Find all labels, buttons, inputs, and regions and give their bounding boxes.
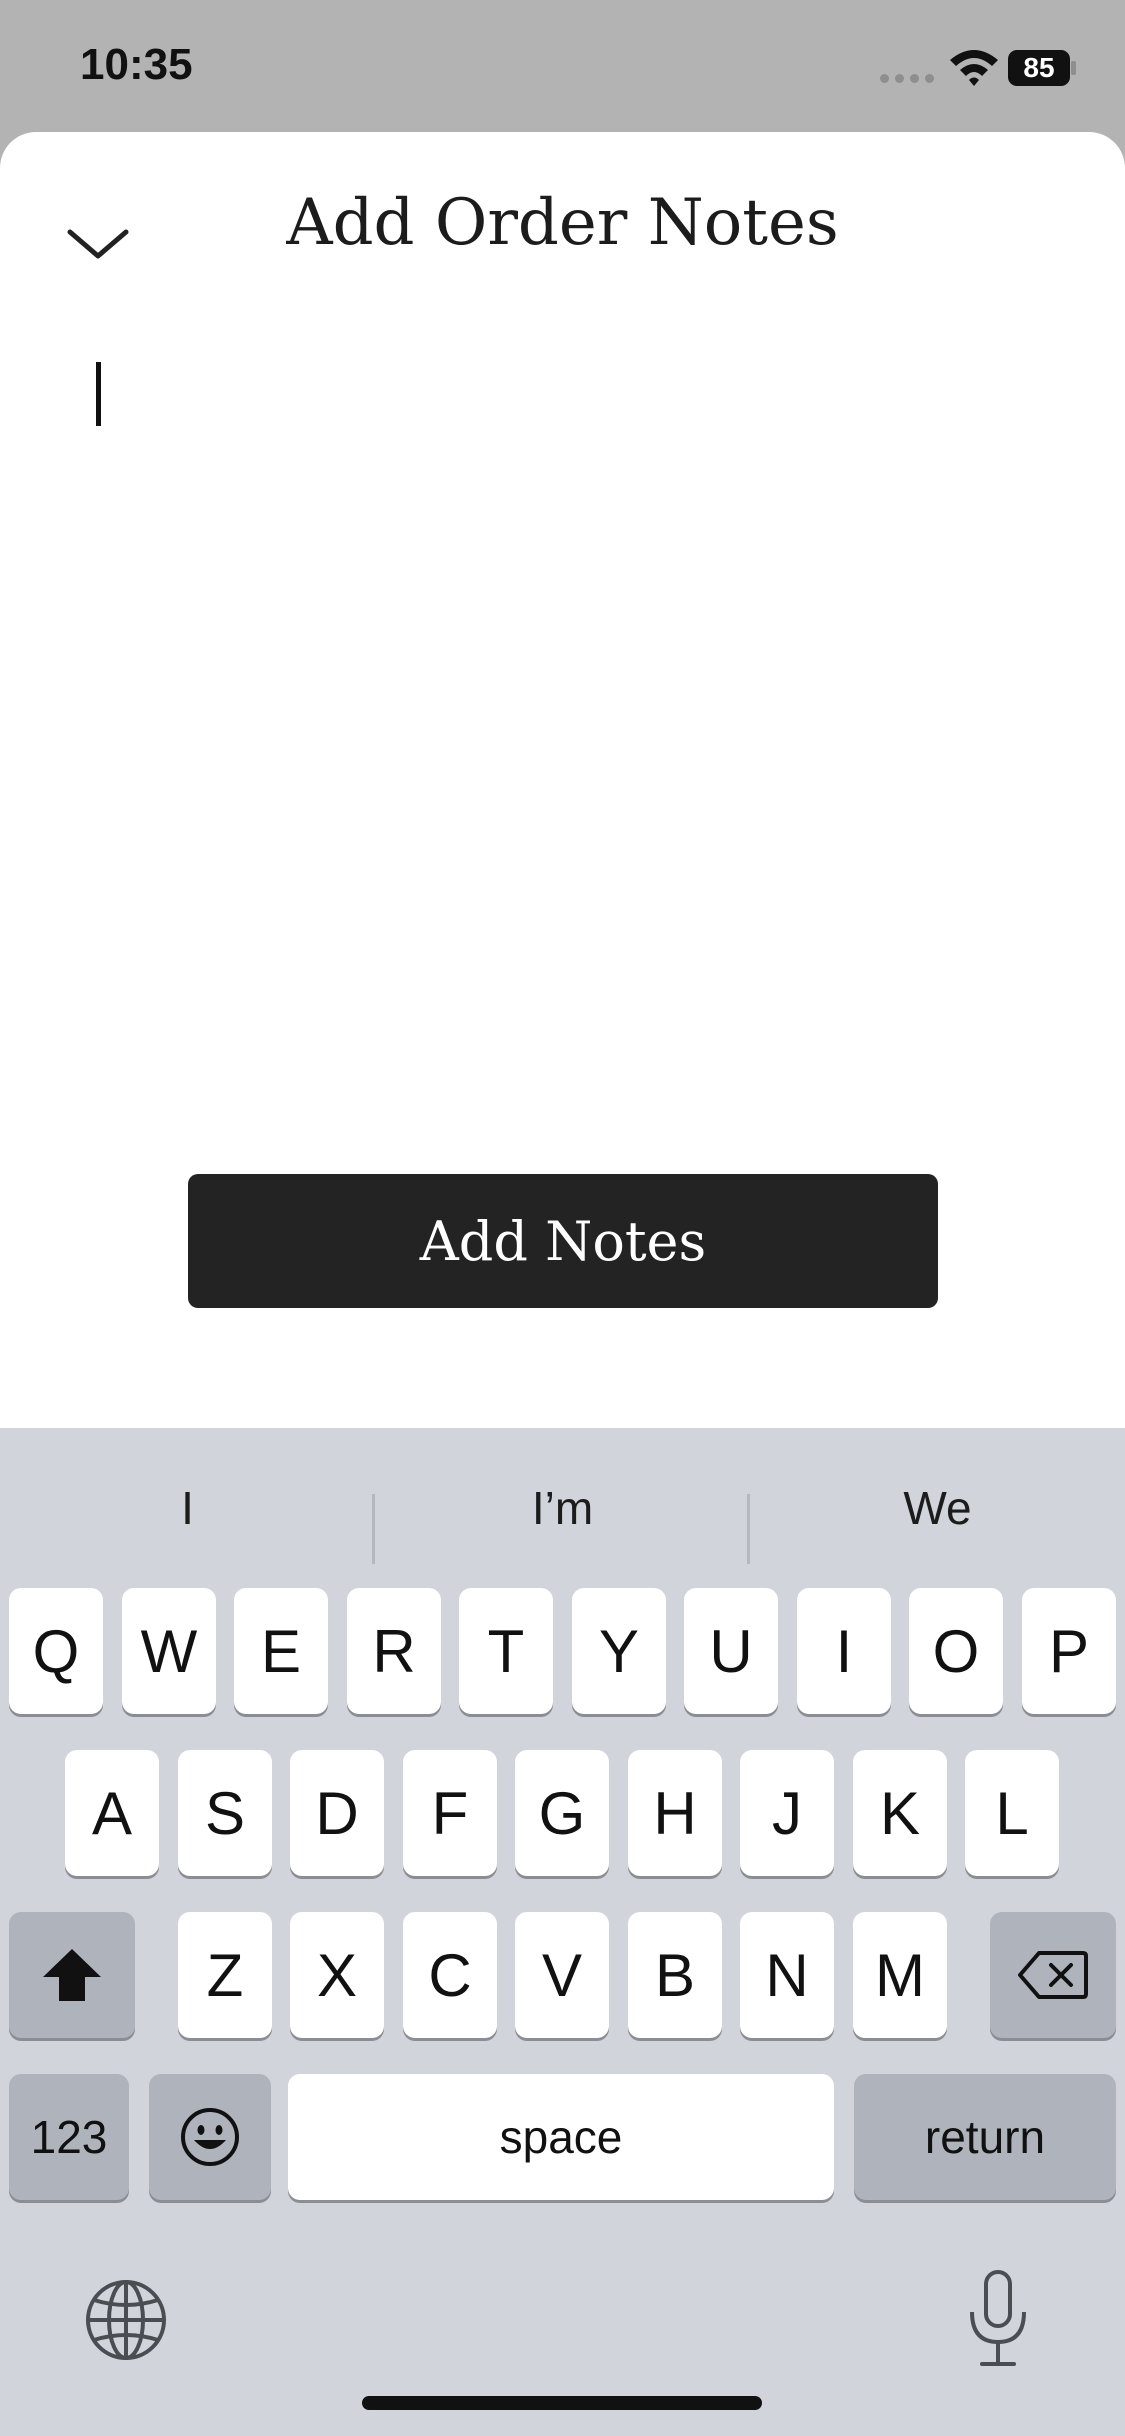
key-s[interactable]: S [178,1750,272,1876]
key-p[interactable]: P [1022,1588,1116,1714]
key-m[interactable]: M [853,1912,947,2038]
key-d[interactable]: D [290,1750,384,1876]
key-t[interactable]: T [459,1588,553,1714]
keyboard: I I’m We Q W E R T Y U I O P A S D F G H… [0,1428,1125,2436]
key-u[interactable]: U [684,1588,778,1714]
sheet-title: Add Order Notes [286,186,839,260]
order-notes-sheet: Add Order Notes Add Notes [0,132,1125,1428]
backspace-key[interactable] [990,1912,1116,2038]
shift-icon [43,1949,101,2001]
key-n[interactable]: N [740,1912,834,2038]
numbers-key[interactable]: 123 [9,2074,129,2200]
globe-icon[interactable] [84,2278,168,2362]
key-f[interactable]: F [403,1750,497,1876]
key-a[interactable]: A [65,1750,159,1876]
key-x[interactable]: X [290,1912,384,2038]
key-v[interactable]: V [515,1912,609,2038]
key-z[interactable]: Z [178,1912,272,2038]
emoji-key[interactable] [149,2074,271,2200]
suggestion-2[interactable]: I’m [375,1458,750,1558]
key-g[interactable]: G [515,1750,609,1876]
key-r[interactable]: R [347,1588,441,1714]
suggestion-3[interactable]: We [750,1458,1125,1558]
order-notes-input[interactable] [90,362,1040,1012]
add-notes-button[interactable]: Add Notes [188,1174,938,1308]
return-key[interactable]: return [854,2074,1116,2200]
home-indicator[interactable] [362,2396,762,2410]
battery-level: 85 [1023,52,1055,83]
microphone-icon[interactable] [962,2268,1034,2368]
status-bar: 10:35 85 [0,0,1125,132]
key-c[interactable]: C [403,1912,497,2038]
key-q[interactable]: Q [9,1588,103,1714]
backspace-icon [1018,1951,1088,1999]
wifi-icon [950,50,998,86]
key-b[interactable]: B [628,1912,722,2038]
suggestion-bar: I I’m We [0,1458,1125,1564]
text-cursor [96,362,101,426]
key-e[interactable]: E [234,1588,328,1714]
key-w[interactable]: W [122,1588,216,1714]
suggestion-1[interactable]: I [0,1458,375,1558]
key-l[interactable]: L [965,1750,1059,1876]
emoji-icon [181,2108,239,2166]
cellular-signal-icon [880,74,934,83]
key-o[interactable]: O [909,1588,1003,1714]
key-k[interactable]: K [853,1750,947,1876]
status-time: 10:35 [80,40,193,89]
key-y[interactable]: Y [572,1588,666,1714]
key-h[interactable]: H [628,1750,722,1876]
space-key[interactable]: space [288,2074,834,2200]
battery-icon: 85 [1008,50,1078,86]
key-j[interactable]: J [740,1750,834,1876]
key-i[interactable]: I [797,1588,891,1714]
shift-key[interactable] [9,1912,135,2038]
